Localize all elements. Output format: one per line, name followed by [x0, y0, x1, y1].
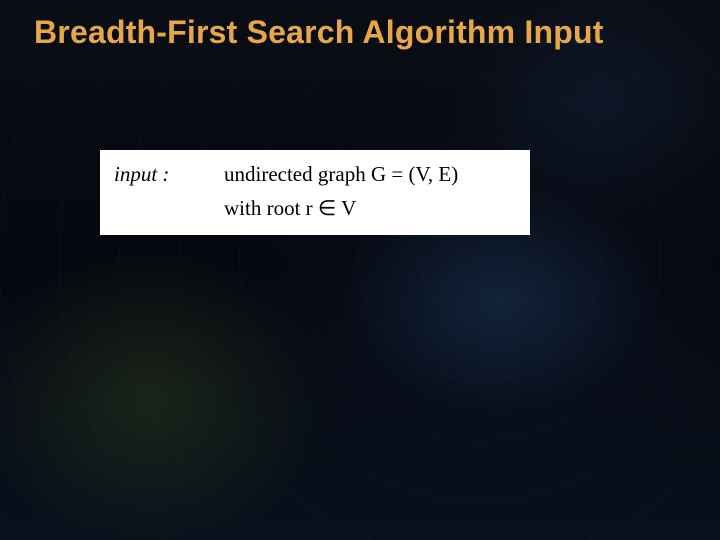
- input-description-line2: with root r ∈ V: [224, 192, 516, 226]
- slide-title: Breadth-First Search Algorithm Input: [34, 14, 690, 51]
- input-row-2: with root r ∈ V: [114, 192, 516, 226]
- input-description-line1: undirected graph G = (V, E): [224, 158, 516, 192]
- slide: Breadth-First Search Algorithm Input inp…: [0, 0, 720, 540]
- input-label: input :: [114, 158, 224, 192]
- algorithm-input-box: input : undirected graph G = (V, E) with…: [100, 150, 530, 235]
- input-row-1: input : undirected graph G = (V, E): [114, 158, 516, 192]
